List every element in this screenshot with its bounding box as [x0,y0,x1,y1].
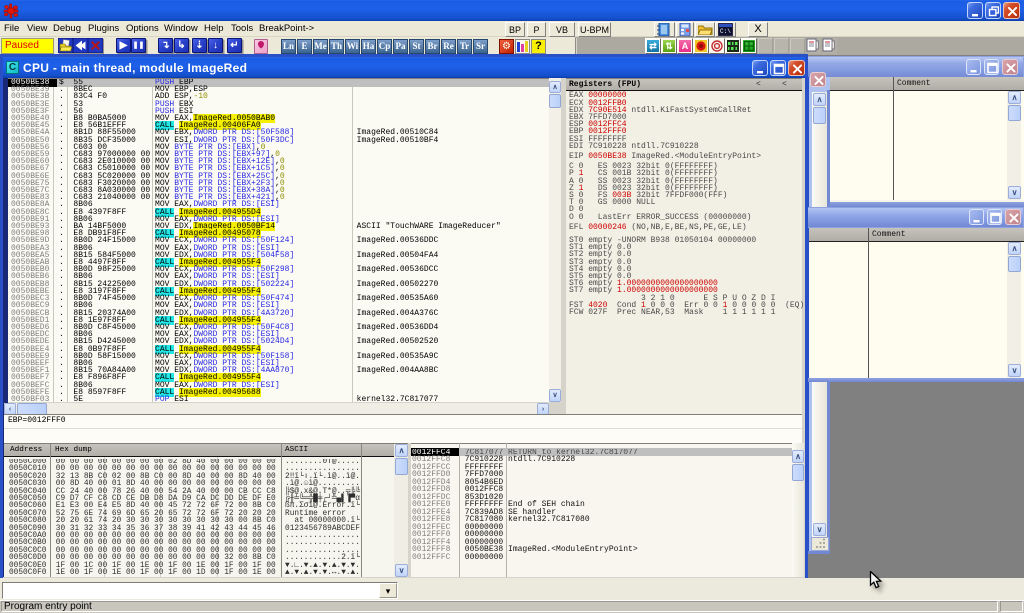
svg-text:C:\: C:\ [720,28,731,35]
